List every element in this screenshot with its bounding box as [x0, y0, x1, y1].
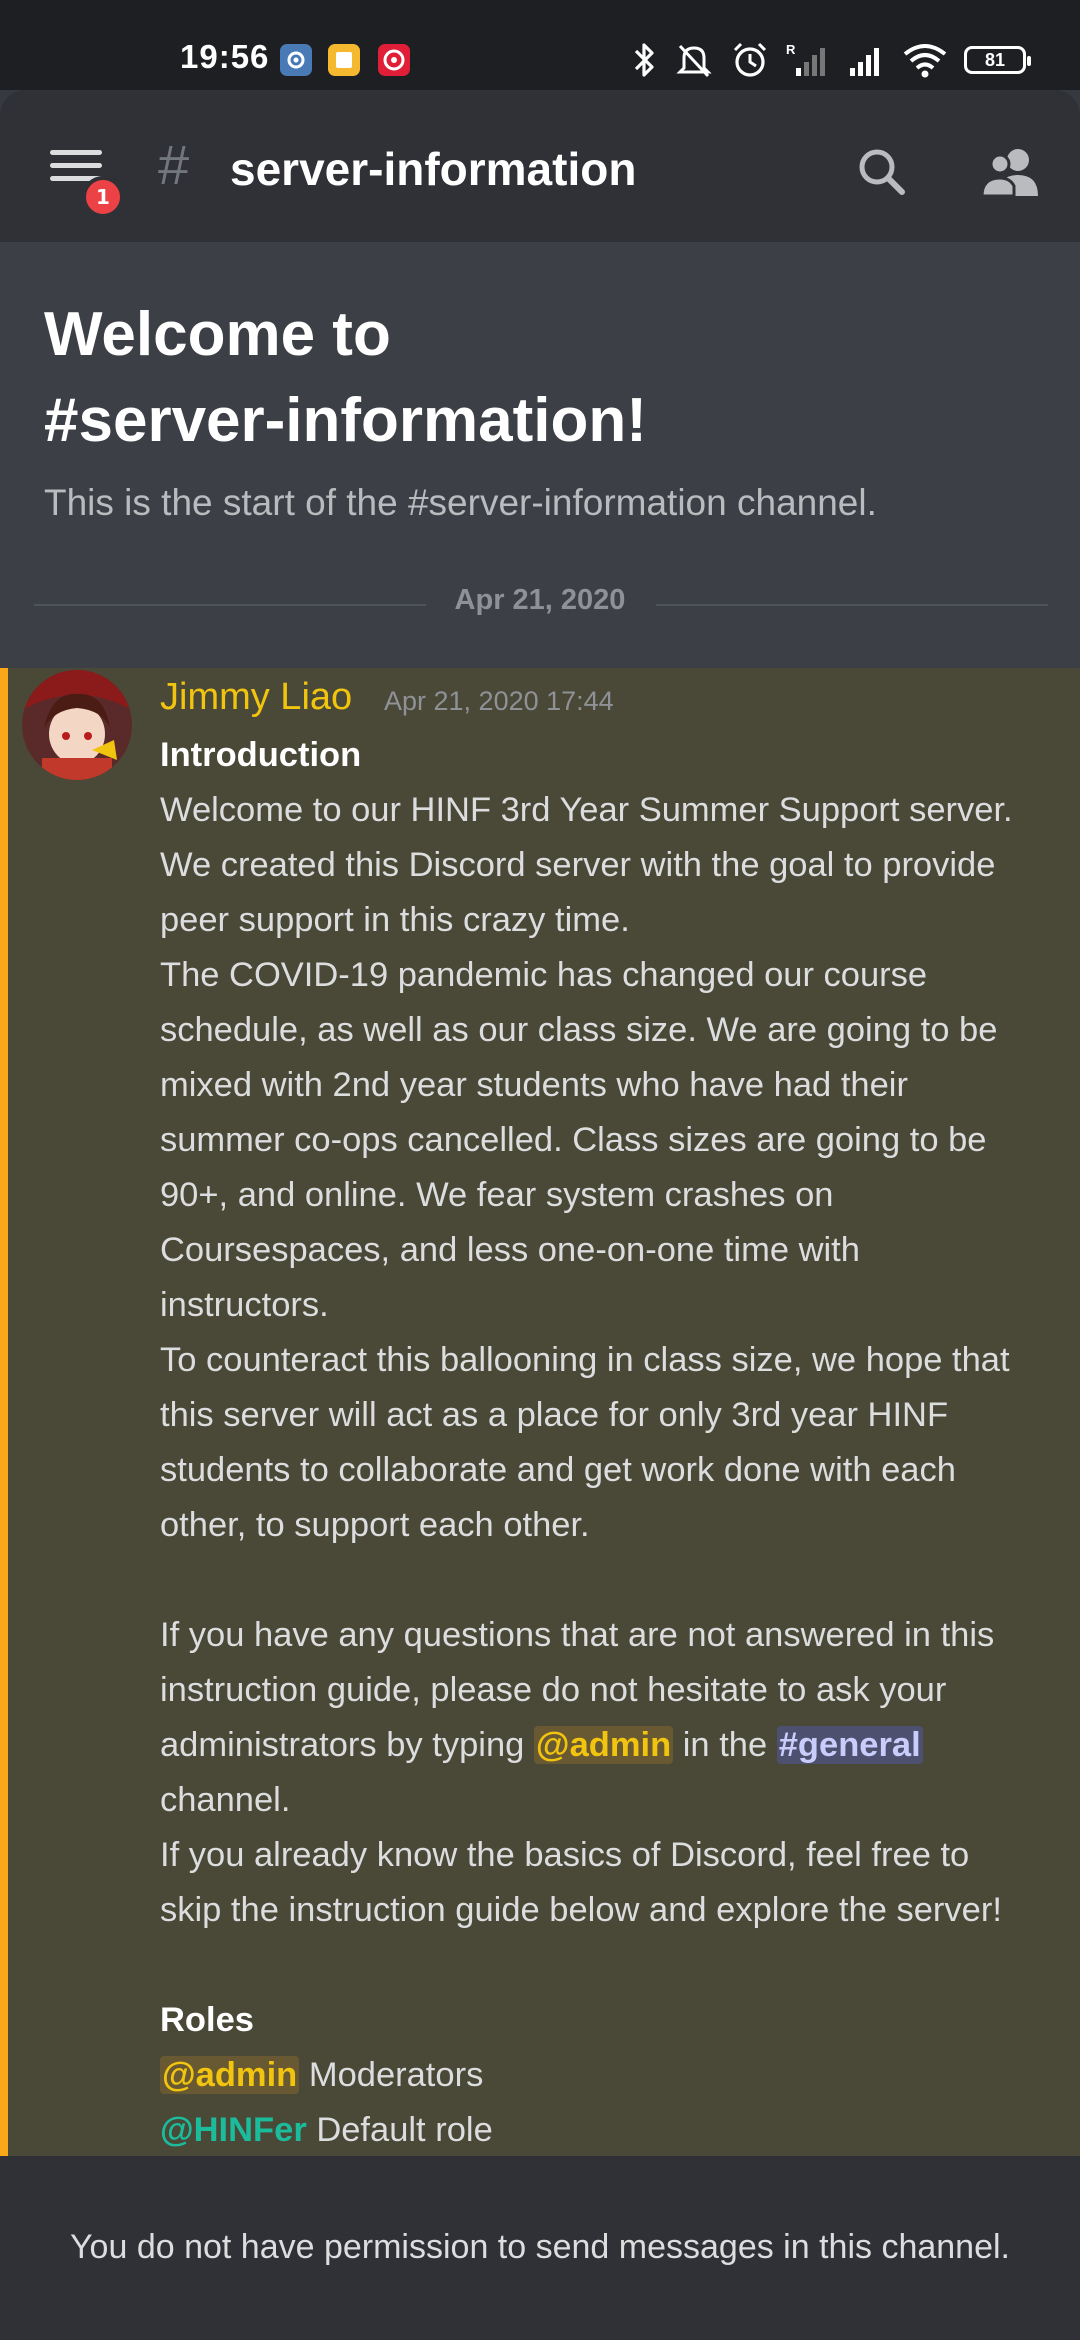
message-line: 90+, and online. We fear system crashes …: [160, 1176, 834, 1214]
message-line-mentions: administrators by typing @admin in the #…: [160, 1718, 1060, 1773]
message-line: students to collaborate and get work don…: [160, 1451, 956, 1489]
admin-role-mention[interactable]: @admin: [160, 2056, 300, 2094]
message-text: administrators by typing: [160, 1726, 534, 1764]
message-line: summer co-ops cancelled. Class sizes are…: [160, 1121, 987, 1159]
message-line: instructors.: [160, 1286, 329, 1324]
message-line: Welcome to our HINF 3rd Year Summer Supp…: [160, 791, 1013, 829]
welcome-title-line2: #server-information!: [44, 386, 647, 455]
message-line: mixed with 2nd year students who have ha…: [160, 1066, 908, 1104]
avatar[interactable]: [22, 670, 132, 780]
message-line: We created this Discord server with the …: [160, 846, 996, 884]
svg-text:R: R: [786, 42, 796, 57]
no-permission-bar: You do not have permission to send messa…: [0, 2156, 1080, 2340]
message-line: If you have any questions that are not a…: [160, 1616, 995, 1654]
mute-icon: [676, 44, 712, 78]
settings-app-icon: [280, 44, 312, 76]
message-highlighted[interactable]: Jimmy Liao Apr 21, 2020 17:44 Introducti…: [0, 668, 1080, 2156]
message-line: To counteract this ballooning in class s…: [160, 1341, 1010, 1379]
general-channel-mention[interactable]: #general: [776, 1726, 923, 1764]
alarm-icon: [733, 42, 767, 77]
welcome-title-line1: Welcome to: [44, 300, 391, 369]
message-content: Introduction Welcome to our HINF 3rd Yea…: [160, 728, 1060, 2156]
signal-roaming-icon: R: [786, 42, 825, 76]
hinfer-role-mention[interactable]: @HINFer: [160, 2111, 307, 2149]
message-line: schedule, as well as our class size. We …: [160, 1011, 998, 1049]
message-line: If you already know the basics of Discor…: [160, 1836, 970, 1874]
admin-mention[interactable]: @admin: [533, 1726, 674, 1764]
message-line: instruction guide, please do not hesitat…: [160, 1671, 947, 1709]
notification-badge: 1: [82, 176, 124, 218]
channel-hash-icon: #: [158, 133, 190, 196]
message-line: peer support in this crazy time.: [160, 901, 630, 939]
message-line: channel.: [160, 1781, 291, 1819]
welcome-subtitle: This is the start of the #server-informa…: [44, 482, 877, 523]
channel-header: 1 # server-information: [0, 90, 1080, 242]
role-hinfer-line: @HINFer Default role: [160, 2103, 1060, 2156]
role-hinfer-desc: Default role: [306, 2111, 493, 2149]
message-line: The COVID-19 pandemic has changed our co…: [160, 956, 928, 994]
no-permission-text: You do not have permission to send messa…: [70, 2228, 1010, 2266]
welcome-title: Welcome to #server-information!: [44, 292, 1044, 464]
target-app-icon: [378, 44, 410, 76]
members-icon[interactable]: [980, 142, 1044, 202]
battery-icon: 81: [964, 46, 1031, 74]
message-line: skip the instruction guide below and exp…: [160, 1891, 1002, 1929]
signal-icon: [850, 48, 879, 76]
channel-title[interactable]: server-information: [230, 142, 636, 196]
roles-heading: Roles: [160, 2001, 254, 2039]
bluetooth-icon: [634, 43, 654, 77]
date-divider-right: [656, 604, 1048, 606]
channel-welcome: Welcome to #server-information! This is …: [0, 242, 1080, 668]
notes-app-icon: [328, 44, 360, 76]
role-admin-desc: Moderators: [299, 2056, 484, 2094]
search-icon[interactable]: [852, 142, 912, 202]
message-line: other, to support each other.: [160, 1506, 590, 1544]
message-line: this server will act as a place for only…: [160, 1396, 949, 1434]
message-timestamp: Apr 21, 2020 17:44: [384, 686, 614, 716]
message-text: in the: [673, 1726, 777, 1764]
message-heading: Introduction: [160, 736, 362, 774]
date-divider: Apr 21, 2020: [454, 584, 626, 616]
status-time: 19:56: [180, 38, 270, 75]
role-admin-line: @admin Moderators: [160, 2048, 1060, 2103]
system-icons: R 81: [632, 38, 1031, 82]
message-author[interactable]: Jimmy Liao: [160, 676, 352, 719]
battery-level: 81: [984, 49, 1006, 70]
status-bar: 19:56 R 81: [0, 0, 1080, 90]
wifi-icon: [903, 44, 947, 78]
message-line: Coursespaces, and less one-on-one time w…: [160, 1231, 860, 1269]
